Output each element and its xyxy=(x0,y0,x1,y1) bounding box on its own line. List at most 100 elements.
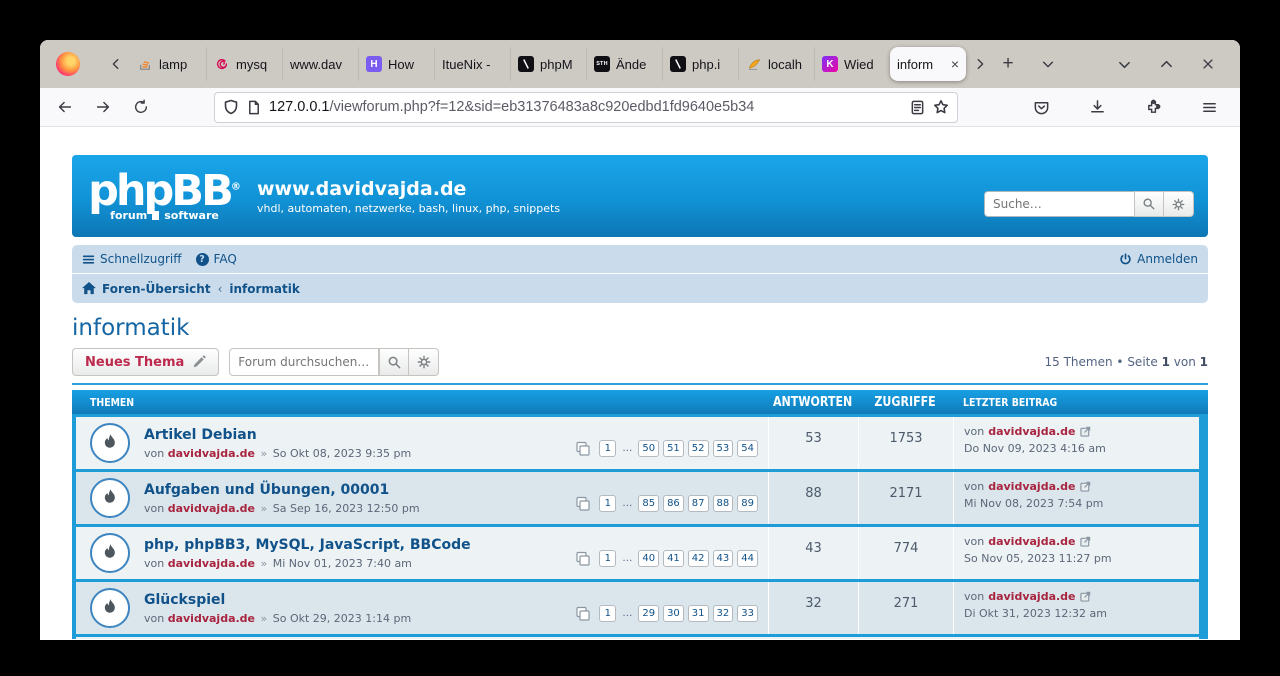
topic-author-link[interactable]: davidvajda.de xyxy=(168,447,255,460)
page-link[interactable]: 43 xyxy=(713,550,734,567)
bookmark-star-icon[interactable] xyxy=(933,99,949,115)
tab-phpm[interactable]: phpM xyxy=(510,47,586,81)
logo-sub-software: software xyxy=(164,209,219,222)
forum-search-button[interactable] xyxy=(379,348,409,376)
page-link[interactable]: 85 xyxy=(638,495,659,512)
topic-pagination: 1 … 40 41 42 43 44 xyxy=(575,550,758,573)
back-button[interactable] xyxy=(50,92,80,122)
site-title[interactable]: www.davidvajda.de xyxy=(257,177,560,203)
tab-aende[interactable]: STH Ände xyxy=(586,47,662,81)
extensions-button[interactable] xyxy=(1138,92,1168,122)
page-link[interactable]: 32 xyxy=(713,605,734,622)
tab-how[interactable]: H How xyxy=(358,47,434,81)
search-icon xyxy=(387,355,402,370)
url-bar[interactable]: 127.0.0.1/viewforum.php?f=12&sid=eb31376… xyxy=(214,92,958,123)
login-link[interactable]: Anmelden xyxy=(1119,252,1198,266)
hamburger-menu-icon xyxy=(82,253,95,266)
page-link[interactable]: 89 xyxy=(737,495,758,512)
new-tab-button[interactable]: + xyxy=(994,50,1022,78)
last-post-author-link[interactable]: davidvajda.de xyxy=(988,535,1075,548)
page-link[interactable]: 31 xyxy=(688,605,709,622)
tab-php-i[interactable]: php.i xyxy=(662,47,738,81)
page-link[interactable]: 1 xyxy=(599,440,616,457)
topic-title-link[interactable]: Artikel Debian xyxy=(144,427,563,443)
tab-lamp[interactable]: lamp xyxy=(130,47,206,81)
close-window-button[interactable] xyxy=(1194,50,1222,78)
topic-row: php, phpBB3, MySQL, JavaScript, BBCode v… xyxy=(76,524,1199,579)
header-search-button[interactable] xyxy=(1134,191,1164,217)
browser-window: lamp mysq www.dav H How ItueNix - xyxy=(40,40,1240,640)
page-link[interactable]: 29 xyxy=(638,605,659,622)
pocket-button[interactable] xyxy=(1026,92,1056,122)
pagination-ellipsis: … xyxy=(622,608,632,619)
shield-icon[interactable] xyxy=(223,99,239,115)
app-menu-button[interactable] xyxy=(1194,92,1224,122)
page-link[interactable]: 41 xyxy=(663,550,684,567)
tab-informatik-active[interactable]: inform × xyxy=(890,47,966,81)
faq-link[interactable]: ? FAQ xyxy=(196,252,237,266)
topic-author-link[interactable]: davidvajda.de xyxy=(168,557,255,570)
tab-label: Ände xyxy=(616,57,655,72)
sth-favicon: STH xyxy=(594,56,610,72)
reload-button[interactable] xyxy=(126,92,156,122)
navbar: Schnellzugriff ? FAQ Anmelden xyxy=(72,245,1208,273)
page-link[interactable]: 40 xyxy=(638,550,659,567)
page-link[interactable]: 53 xyxy=(713,440,734,457)
last-post-author-link[interactable]: davidvajda.de xyxy=(988,590,1075,603)
tab-mysq[interactable]: mysq xyxy=(206,47,282,81)
reader-view-icon[interactable] xyxy=(910,100,925,115)
downloads-button[interactable] xyxy=(1082,92,1112,122)
minimize-button[interactable] xyxy=(1110,50,1138,78)
tab-www-dav[interactable]: www.dav xyxy=(282,47,358,81)
last-post-author-link[interactable]: davidvajda.de xyxy=(988,425,1075,438)
firefox-icon[interactable] xyxy=(56,52,80,76)
breadcrumb-current-link[interactable]: informatik xyxy=(229,282,299,296)
page-link[interactable]: 87 xyxy=(688,495,709,512)
url-text[interactable]: 127.0.0.1/viewforum.php?f=12&sid=eb31376… xyxy=(269,99,902,115)
goto-last-post-icon[interactable] xyxy=(1080,536,1091,547)
page-link[interactable]: 50 xyxy=(638,440,659,457)
list-all-tabs-button[interactable] xyxy=(1034,50,1062,78)
page-link[interactable]: 51 xyxy=(663,440,684,457)
page-link[interactable]: 1 xyxy=(599,550,616,567)
page-link[interactable]: 54 xyxy=(737,440,758,457)
phpbb-logo[interactable]: phpBB® forumsoftware xyxy=(72,172,257,222)
tab-ituenix[interactable]: ItueNix - xyxy=(434,47,510,81)
goto-last-post-icon[interactable] xyxy=(1080,591,1091,602)
topic-title-link[interactable]: Aufgaben und Übungen, 00001 xyxy=(144,482,563,498)
page-link[interactable]: 42 xyxy=(688,550,709,567)
close-tab-icon[interactable]: × xyxy=(951,57,959,71)
scroll-tabs-right-button[interactable] xyxy=(966,50,994,78)
scroll-tabs-left-button[interactable] xyxy=(102,50,130,78)
header-search-input[interactable] xyxy=(984,191,1134,217)
header-search-advanced-button[interactable] xyxy=(1164,191,1194,217)
page-link[interactable]: 33 xyxy=(737,605,758,622)
topic-title-link[interactable]: php, phpBB3, MySQL, JavaScript, BBCode xyxy=(144,537,563,553)
breadcrumb-home-link[interactable]: Foren-Übersicht xyxy=(82,282,211,296)
goto-last-post-icon[interactable] xyxy=(1080,426,1091,437)
site-tagline: vhdl, automaten, netzwerke, bash, linux,… xyxy=(257,202,560,215)
page-link[interactable]: 52 xyxy=(688,440,709,457)
goto-last-post-icon[interactable] xyxy=(1080,481,1091,492)
forum-search-input[interactable] xyxy=(229,348,379,376)
topic-title-link[interactable]: Glückspiel xyxy=(144,592,563,608)
tab-localhost[interactable]: localh xyxy=(738,47,814,81)
phpbb-logo-text: phpBB® xyxy=(72,172,257,211)
maximize-button[interactable] xyxy=(1152,50,1180,78)
page-info-icon[interactable] xyxy=(247,100,261,115)
quick-links-menu[interactable]: Schnellzugriff xyxy=(82,252,182,266)
forward-arrow-icon xyxy=(94,98,112,116)
forward-button[interactable] xyxy=(88,92,118,122)
page-link[interactable]: 86 xyxy=(663,495,684,512)
page-link[interactable]: 30 xyxy=(663,605,684,622)
topic-author-link[interactable]: davidvajda.de xyxy=(168,612,255,625)
page-link[interactable]: 1 xyxy=(599,605,616,622)
new-topic-button[interactable]: Neues Thema xyxy=(72,348,219,376)
last-post-author-link[interactable]: davidvajda.de xyxy=(988,480,1075,493)
page-link[interactable]: 1 xyxy=(599,495,616,512)
topic-author-link[interactable]: davidvajda.de xyxy=(168,502,255,515)
tab-wied[interactable]: K Wied xyxy=(814,47,890,81)
forum-search-advanced-button[interactable] xyxy=(409,348,439,376)
page-link[interactable]: 44 xyxy=(737,550,758,567)
page-link[interactable]: 88 xyxy=(713,495,734,512)
